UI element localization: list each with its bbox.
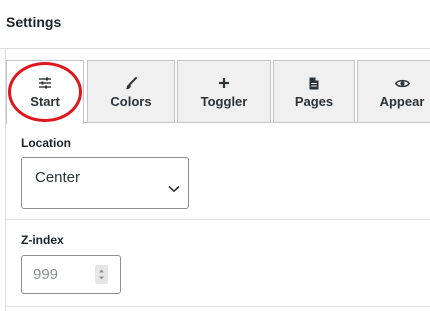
- tab-label: Toggler: [200, 94, 248, 109]
- tab-toggler[interactable]: Toggler: [177, 60, 271, 122]
- tab-bar-baseline: [84, 122, 430, 123]
- tab-label: Appear: [379, 94, 425, 109]
- eye-icon: [394, 76, 410, 90]
- number-spinner[interactable]: [95, 265, 108, 284]
- chevron-down-icon: [168, 180, 180, 198]
- tab-label: Start: [30, 94, 60, 109]
- tab-start[interactable]: Start: [6, 60, 84, 124]
- tab-label: Colors: [110, 94, 152, 109]
- divider: [6, 306, 430, 307]
- location-select[interactable]: Center: [21, 157, 189, 209]
- zindex-label: Z-index: [21, 233, 64, 247]
- tab-appear[interactable]: Appear: [357, 60, 430, 122]
- page-title: Settings: [6, 14, 62, 30]
- paintbrush-icon: [125, 76, 137, 90]
- settings-header: Settings: [0, 0, 430, 49]
- plus-icon: [218, 76, 230, 90]
- tab-label: Pages: [294, 94, 334, 109]
- tab-colors[interactable]: Colors: [87, 60, 175, 122]
- page-icon: [309, 76, 319, 90]
- tab-pages[interactable]: Pages: [273, 60, 355, 122]
- location-label: Location: [21, 136, 71, 150]
- tab-bar: Start Colors Toggler Pages Appear: [0, 60, 430, 124]
- sliders-icon: [38, 76, 52, 90]
- location-value: Center: [35, 169, 81, 186]
- divider: [6, 219, 430, 220]
- zindex-placeholder: 999: [33, 266, 59, 283]
- zindex-input[interactable]: 999: [21, 255, 121, 294]
